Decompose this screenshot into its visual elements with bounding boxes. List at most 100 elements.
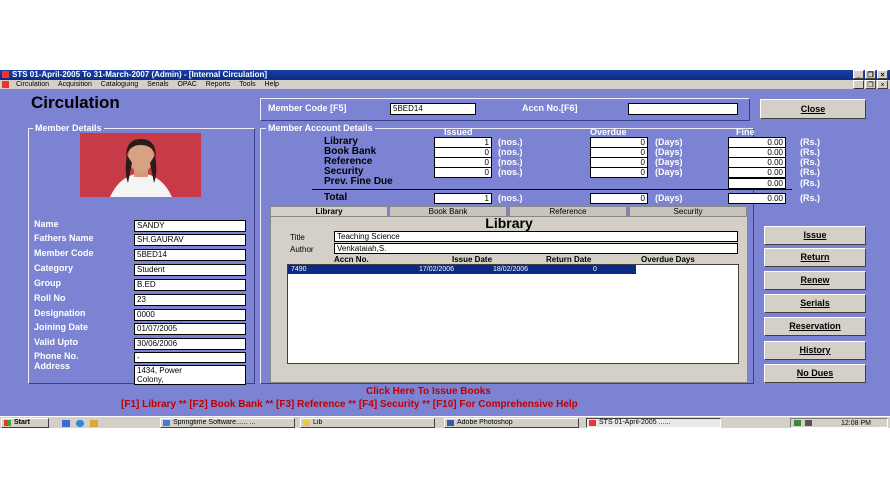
title-label: Title bbox=[290, 233, 305, 242]
window-icon bbox=[163, 420, 170, 426]
menu-opac[interactable]: OPAC bbox=[177, 80, 196, 89]
child-minimize-button[interactable]: _ bbox=[853, 80, 864, 89]
menu-bar: Circulation Acquisition Cataloguing Seri… bbox=[0, 80, 890, 89]
nos-unit: (nos.) bbox=[498, 157, 523, 167]
joining-date-value: 01/07/2005 bbox=[134, 323, 246, 335]
overdue-value: 0 bbox=[590, 167, 648, 178]
table-row[interactable]: 7490 17/02/2006 18/02/2006 0 bbox=[288, 265, 636, 274]
window-title-bar: STS 01-April-2005 To 31-March-2007 (Admi… bbox=[0, 70, 890, 80]
menu-circulation[interactable]: Circulation bbox=[16, 80, 49, 89]
member-field-label: Member Code bbox=[34, 248, 94, 258]
overdue-header: Overdue bbox=[590, 127, 627, 137]
total-issued-value: 1 bbox=[434, 193, 492, 204]
member-field-label: Category bbox=[34, 263, 74, 273]
account-details-label: Member Account Details bbox=[266, 123, 375, 133]
prev-fine-label: Prev. Fine Due bbox=[324, 176, 393, 187]
page-title: Circulation bbox=[31, 93, 120, 112]
clock: 12:08 PM bbox=[841, 420, 871, 427]
rs-unit: (Rs.) bbox=[800, 147, 820, 157]
menu-serials[interactable]: Serials bbox=[147, 80, 168, 89]
desktop-icon[interactable] bbox=[62, 420, 70, 427]
return-date-cell: 18/02/2006 bbox=[493, 266, 529, 273]
menu-acquisition[interactable]: Acquisition bbox=[58, 80, 92, 89]
member-field-label: Phone No. bbox=[34, 351, 79, 361]
nos-unit: (nos.) bbox=[498, 193, 523, 203]
task-springtime[interactable]: Springtime Software...... ... bbox=[160, 418, 295, 428]
circulation-form: Circulation Member Code [F5] 5BED14 Accn… bbox=[0, 89, 890, 416]
app-icon bbox=[589, 420, 596, 426]
member-code-input[interactable]: 5BED14 bbox=[390, 103, 476, 115]
member-field-label: Designation bbox=[34, 308, 86, 318]
reservation-button[interactable]: Reservation bbox=[764, 317, 866, 336]
total-label: Total bbox=[324, 192, 348, 203]
volume-icon[interactable] bbox=[805, 420, 812, 426]
task-label: Lib bbox=[313, 419, 323, 426]
no-dues-button[interactable]: No Dues bbox=[764, 364, 866, 383]
rs-unit: (Rs.) bbox=[800, 193, 820, 203]
column-header: Return Date bbox=[546, 255, 592, 264]
prev-fine-value: 0.00 bbox=[728, 178, 786, 189]
app-icon bbox=[2, 71, 9, 78]
outlook-icon[interactable] bbox=[90, 420, 98, 427]
issue-date-cell: 17/02/2006 bbox=[419, 266, 455, 273]
child-close-button[interactable]: × bbox=[877, 80, 888, 89]
member-field-label: Fathers Name bbox=[34, 233, 94, 243]
minimize-button[interactable]: _ bbox=[853, 70, 864, 79]
child-restore-button[interactable]: ❐ bbox=[865, 80, 876, 89]
taskbar: Start Springtime Software...... ... Lib … bbox=[0, 416, 890, 428]
ie-icon[interactable] bbox=[76, 420, 84, 427]
total-overdue-value: 0 bbox=[590, 193, 648, 204]
menu-tools[interactable]: Tools bbox=[239, 80, 255, 89]
close-button[interactable]: Close bbox=[760, 99, 866, 119]
quick-launch bbox=[60, 419, 120, 428]
tray-icon[interactable] bbox=[794, 420, 801, 426]
title-value: Teaching Science bbox=[334, 231, 738, 242]
member-photo bbox=[80, 133, 201, 197]
task-lib[interactable]: Lib bbox=[300, 418, 435, 428]
column-header: Accn No. bbox=[334, 255, 369, 264]
accn-no-input[interactable] bbox=[628, 103, 738, 115]
address-line: Colony, bbox=[137, 375, 164, 384]
restore-button[interactable]: ❐ bbox=[865, 70, 876, 79]
menu-app-icon bbox=[2, 81, 9, 88]
nos-unit: (nos.) bbox=[498, 147, 523, 157]
issued-value: 0 bbox=[434, 167, 492, 178]
member-field-label: Joining Date bbox=[34, 322, 89, 332]
designation-value: 0000 bbox=[134, 309, 246, 321]
member-field-label: Roll No bbox=[34, 293, 66, 303]
issue-button[interactable]: Issue bbox=[764, 226, 866, 245]
member-field-label: Group bbox=[34, 278, 61, 288]
member-code-value: 5BED14 bbox=[134, 249, 246, 261]
close-window-button[interactable]: × bbox=[877, 70, 888, 79]
start-button[interactable]: Start bbox=[1, 418, 49, 428]
nos-unit: (nos.) bbox=[498, 167, 523, 177]
window-title: STS 01-April-2005 To 31-March-2007 (Admi… bbox=[12, 70, 268, 79]
issued-books-list[interactable] bbox=[287, 264, 739, 364]
history-button[interactable]: History bbox=[764, 341, 866, 360]
phone-no-value: - bbox=[134, 352, 246, 363]
issue-books-link[interactable]: Click Here To Issue Books bbox=[366, 386, 491, 397]
issued-header: Issued bbox=[444, 127, 473, 137]
rs-unit: (Rs.) bbox=[800, 167, 820, 177]
nos-unit: (nos.) bbox=[498, 137, 523, 147]
task-label: Adobe Photoshop bbox=[457, 419, 513, 426]
category-value: Student bbox=[134, 264, 246, 276]
accn-no-label: Accn No.[F6] bbox=[522, 103, 578, 113]
renew-button[interactable]: Renew bbox=[764, 271, 866, 290]
column-header: Overdue Days bbox=[641, 255, 695, 264]
total-fine-value: 0.00 bbox=[728, 193, 786, 204]
task-label: STS 01-April-2005 ...... bbox=[599, 419, 671, 426]
menu-help[interactable]: Help bbox=[265, 80, 279, 89]
member-field-label: Name bbox=[34, 219, 59, 229]
fathers-name-value: SH.GAURAV bbox=[134, 234, 246, 246]
return-button[interactable]: Return bbox=[764, 248, 866, 267]
serials-button[interactable]: Serials bbox=[764, 294, 866, 313]
overdue-days-cell: 0 bbox=[593, 266, 597, 273]
task-sts[interactable]: STS 01-April-2005 ...... bbox=[586, 418, 721, 428]
menu-cataloguing[interactable]: Cataloguing bbox=[101, 80, 138, 89]
rs-unit: (Rs.) bbox=[800, 178, 820, 188]
menu-reports[interactable]: Reports bbox=[206, 80, 231, 89]
total-divider bbox=[312, 189, 792, 190]
accn-cell: 7490 bbox=[291, 266, 307, 273]
task-photoshop[interactable]: Adobe Photoshop bbox=[444, 418, 579, 428]
